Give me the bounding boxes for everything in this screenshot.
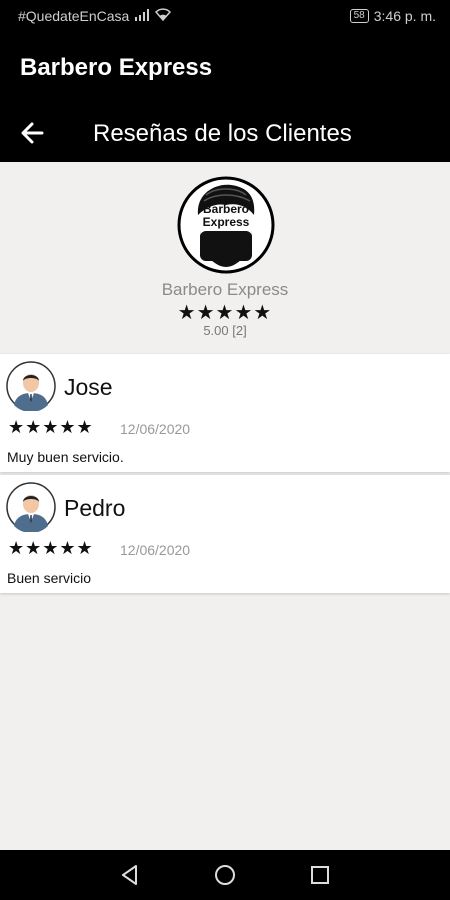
review-stars: ★★★★★ — [8, 417, 94, 437]
system-nav-bar — [0, 850, 450, 900]
reviews-content[interactable]: Barbero Express Barbero Express ★★★★★ 5.… — [0, 162, 450, 850]
nav-back-button[interactable] — [117, 862, 143, 888]
status-bar: #QuedateEnCasa 58 3:46 p. m. — [0, 0, 450, 34]
avatar — [6, 482, 56, 534]
triangle-back-icon — [122, 865, 137, 885]
app-bar: Barbero Express Reseñas de los Clientes — [0, 34, 450, 162]
review-card: Pedro ★★★★★ 12/06/2020 Buen servicio — [0, 475, 450, 593]
review-date: 12/06/2020 — [120, 542, 191, 558]
shop-rating-value: 5.00 [2] — [203, 323, 247, 338]
review-comment: Buen servicio — [7, 570, 92, 586]
status-right: 58 3:46 p. m. — [349, 8, 436, 24]
review-comment: Muy buen servicio. — [7, 449, 124, 465]
nav-recents-button[interactable] — [307, 862, 333, 888]
shop-header: Barbero Express Barbero Express ★★★★★ 5.… — [0, 162, 450, 352]
back-button[interactable] — [18, 118, 48, 148]
carrier-text: #QuedateEnCasa — [18, 8, 130, 24]
shop-logo: Barbero Express — [176, 175, 276, 275]
reviewer-name: Pedro — [64, 495, 126, 521]
review-stars: ★★★★★ — [8, 538, 94, 558]
review-date: 12/06/2020 — [120, 421, 191, 437]
shop-rating-stars: ★★★★★ — [177, 302, 273, 324]
shop-name: Barbero Express — [161, 280, 289, 299]
review-card: Jose ★★★★★ 12/06/2020 Muy buen servicio. — [0, 354, 450, 472]
wifi-icon — [155, 8, 172, 24]
reviewer-name: Jose — [64, 374, 113, 400]
app-title: Barbero Express — [20, 54, 213, 81]
clock: 3:46 p. m. — [373, 8, 436, 24]
status-left: #QuedateEnCasa — [18, 8, 172, 24]
screen-title: Reseñas de los Clientes — [93, 120, 352, 147]
battery-icon: 58 — [349, 9, 369, 23]
arrow-left-icon — [21, 122, 44, 144]
signal-icon — [135, 8, 150, 24]
circle-home-icon — [215, 865, 235, 885]
avatar — [6, 361, 56, 413]
nav-home-button[interactable] — [212, 862, 238, 888]
square-recents-icon — [311, 866, 329, 884]
logo-text-line2: Express — [202, 215, 250, 229]
